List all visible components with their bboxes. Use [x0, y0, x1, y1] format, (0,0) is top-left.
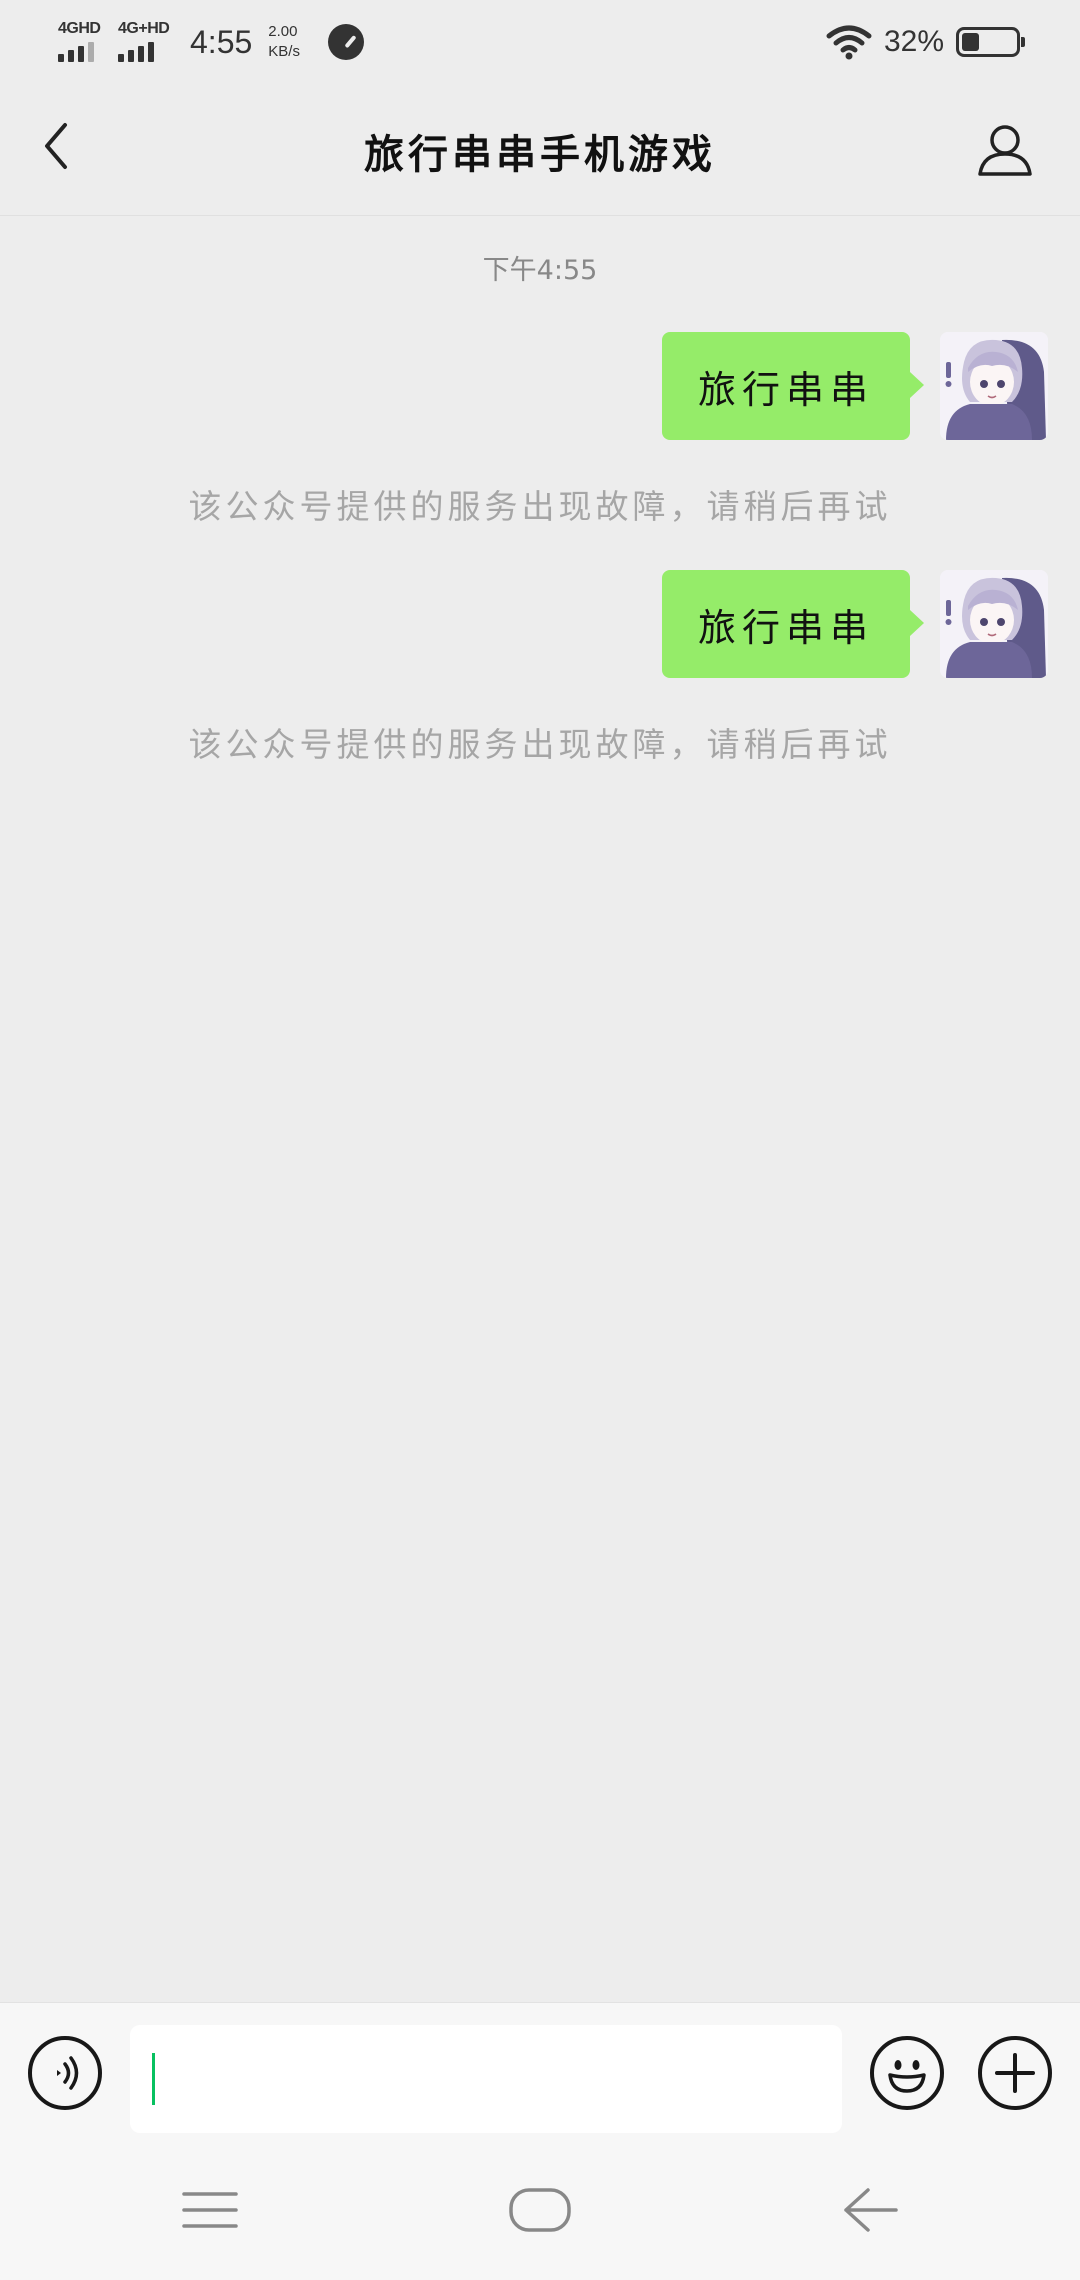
battery-percent: 32%: [883, 25, 944, 58]
avatar[interactable]: [940, 332, 1048, 440]
title-bar: 旅行串串手机游戏: [0, 80, 1080, 216]
back-arrow-icon: [844, 2188, 898, 2232]
person-icon: [978, 125, 1032, 176]
text-caret: [152, 2053, 155, 2105]
chevron-left-icon: [45, 123, 67, 169]
battery-level: [962, 33, 979, 51]
signal-icon: 4GHD: [58, 20, 104, 64]
network-speed: 2.00 KB/s: [268, 22, 300, 62]
more-button[interactable]: [978, 2036, 1052, 2110]
nav-back-button[interactable]: [825, 2172, 915, 2248]
smiley-icon: [888, 2060, 926, 2093]
voice-button[interactable]: [28, 2036, 102, 2110]
voice-icon: [57, 2056, 79, 2090]
message-input[interactable]: [130, 2025, 842, 2133]
message-row: 旅行串串: [661, 332, 1048, 440]
system-message: 该公众号提供的服务出现故障，请稍后再试: [188, 725, 892, 764]
signal-2-label: 4G+HD: [118, 20, 170, 37]
page-title: 旅行串串手机游戏: [364, 132, 716, 178]
speed-gauge-icon: [327, 24, 364, 60]
chat-area[interactable]: 下午4:55 旅行串串 该公众号提供的服务出现故障，请稍后再试 旅行串串 该公众…: [0, 216, 1080, 2002]
profile-button[interactable]: [970, 118, 1040, 182]
message-timestamp: 下午4:55: [482, 255, 598, 286]
input-bar: [0, 2002, 1080, 2140]
status-bar: 4GHD 4G+HD 4:55 2.00 KB/s 32%: [0, 0, 1080, 80]
message-row: 旅行串串: [661, 570, 1048, 678]
signal-icon: 4G+HD: [118, 20, 174, 64]
system-message: 该公众号提供的服务出现故障，请稍后再试: [188, 487, 892, 526]
system-nav-bar: [0, 2140, 1080, 2280]
avatar[interactable]: [940, 570, 1048, 678]
network-speed-unit: KB/s: [268, 43, 300, 60]
home-icon: [509, 2188, 571, 2232]
nav-home-button[interactable]: [495, 2172, 585, 2248]
plus-icon: [995, 2053, 1035, 2093]
emoji-button[interactable]: [870, 2036, 944, 2110]
back-button[interactable]: [28, 118, 84, 174]
menu-icon: [182, 2192, 238, 2228]
nav-menu-button[interactable]: [165, 2172, 255, 2248]
status-time: 4:55: [190, 23, 253, 60]
signal-1-label: 4GHD: [58, 20, 101, 37]
message-bubble[interactable]: 旅行串串: [661, 332, 925, 440]
message-bubble[interactable]: 旅行串串: [661, 570, 925, 678]
battery-icon: [956, 27, 1025, 57]
network-speed-value: 2.00: [268, 23, 298, 40]
wifi-icon: [826, 25, 872, 60]
